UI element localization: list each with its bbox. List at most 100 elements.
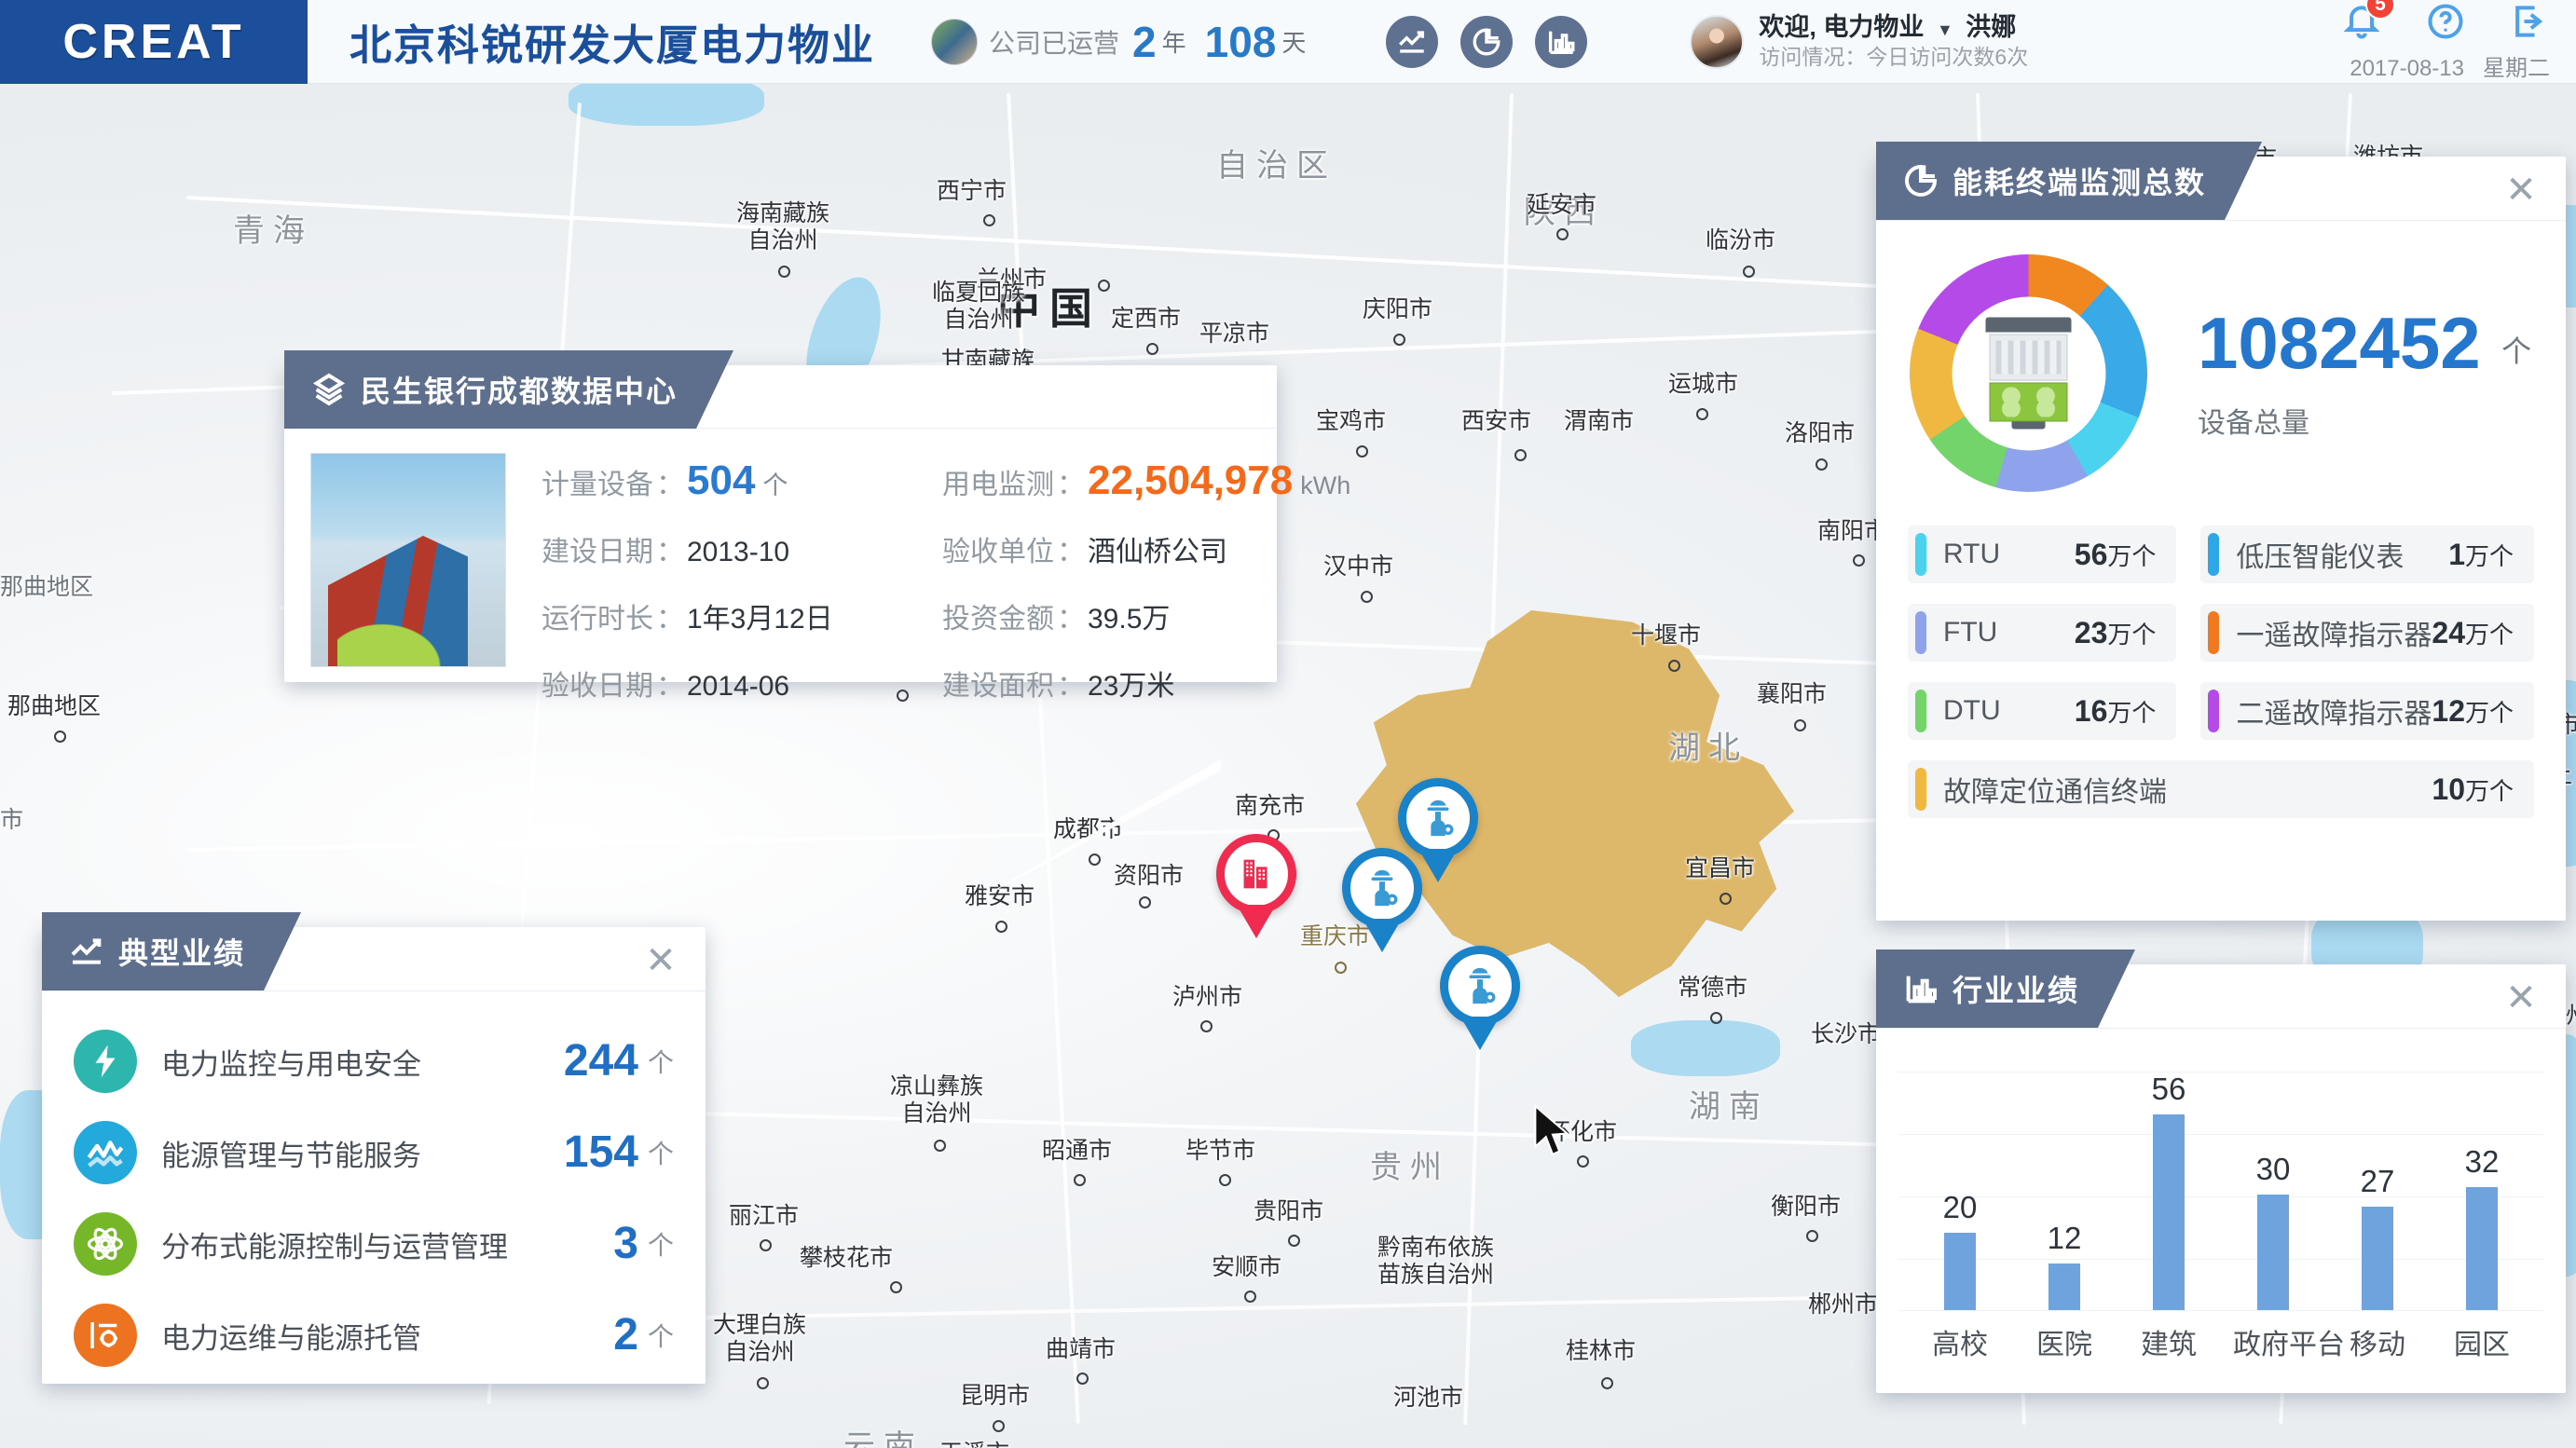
city-dot [1601, 1377, 1613, 1389]
detail-item: 用电监测： 22,504,978 kWh [942, 460, 1350, 502]
map-label-city: 衡阳市 [1771, 1194, 1842, 1220]
card-header: 能耗终端监测总数 ✕ [1876, 157, 2566, 220]
pie-chart-icon[interactable] [1460, 15, 1514, 68]
bar[interactable] [2153, 1114, 2185, 1310]
donut-text: 1082452 个 设备总量 [2198, 307, 2531, 441]
legend-item[interactable]: 二遥故障指示器 12万个 [2200, 682, 2534, 740]
list-item[interactable]: 电力监控与用电安全 244 个 [74, 1016, 674, 1107]
map-label-province: 青海 [233, 213, 313, 249]
map-label-city: 庆阳市 [1363, 296, 1433, 322]
city-dot [1356, 445, 1368, 458]
card-header: 民生银行成都数据中心 [284, 365, 1277, 429]
legend-item[interactable]: RTU 56万个 [1908, 526, 2177, 583]
operating-label: 公司已运营 [989, 28, 1120, 58]
map-label-city: 平凉市 [1199, 321, 1270, 347]
map-marker-worker[interactable] [1342, 848, 1422, 952]
legend-item[interactable]: 一遥故障指示器 24万个 [2200, 604, 2534, 662]
bar[interactable] [2362, 1207, 2393, 1310]
legend-number: 24 [2432, 615, 2465, 649]
map-label-city: 宜昌市 [1685, 855, 1756, 881]
city-dot [54, 731, 66, 743]
bar[interactable] [2466, 1187, 2498, 1310]
bar-group[interactable]: 32 [2442, 1072, 2522, 1310]
city-dot [1794, 719, 1806, 731]
notification-bell-icon[interactable]: 5 [2341, 0, 2395, 42]
map-marker-worker[interactable] [1440, 946, 1520, 1050]
list-item[interactable]: 电力运维与能源托管 2 个 [74, 1290, 674, 1381]
city-dot [934, 1140, 946, 1152]
map-label-city: 河池市 [1393, 1385, 1464, 1411]
close-icon[interactable]: ✕ [640, 940, 681, 981]
bar-group[interactable]: 20 [1920, 1072, 2000, 1310]
meter-display [1989, 334, 2068, 381]
city-dot [1720, 893, 1732, 905]
card-header-tab: 能耗终端监测总数 [1876, 142, 2262, 220]
list-item[interactable]: 能源管理与节能服务 154 个 [74, 1107, 674, 1198]
bar-group[interactable]: 30 [2233, 1072, 2313, 1310]
operating-years: 2 [1132, 17, 1157, 66]
x-axis-labels: 高校 医院 建筑 政府平台 移动 园区 [1908, 1321, 2534, 1362]
city-dot [1089, 854, 1101, 866]
card-header-tab: 典型业绩 [42, 912, 301, 990]
city-dot [1219, 1174, 1231, 1186]
legend-unit: 万个 [2107, 698, 2157, 727]
legend-label: 故障定位通信终端 [1943, 777, 2167, 808]
card-title: 典型业绩 [118, 936, 246, 970]
x-tick-label: 建筑 [2141, 1330, 2197, 1360]
legend-item[interactable]: 故障定位通信终端 10万个 [1908, 760, 2534, 818]
list-item[interactable]: 分布式能源控制与运营管理 3 个 [74, 1198, 674, 1290]
close-icon[interactable]: ✕ [2501, 170, 2542, 211]
detail-unit: 个 [762, 471, 788, 499]
legend-label: FTU [1943, 617, 1998, 648]
detail-value: 504 [687, 458, 756, 503]
bar[interactable] [1944, 1233, 1976, 1310]
legend-unit: 万个 [2107, 620, 2157, 649]
bar[interactable] [2257, 1195, 2289, 1310]
performance-label: 能源管理与节能服务 [161, 1139, 421, 1172]
user-welcome: 欢迎, 电力物业 [1759, 13, 1925, 42]
current-date: 2017-08-13 [2350, 56, 2464, 81]
bar-group[interactable]: 56 [2129, 1072, 2209, 1310]
page-title: 北京科锐研发大厦电力物业 [349, 21, 876, 69]
legend-item[interactable]: 低压智能仪表 1万个 [2200, 526, 2534, 583]
question-circle-icon[interactable] [2425, 1, 2466, 42]
legend-number: 10 [2432, 772, 2465, 806]
brand-logo[interactable]: CREAT [0, 0, 308, 84]
bar[interactable] [2048, 1264, 2080, 1310]
operating-years-unit: 年 [1161, 29, 1186, 57]
legend-number: 23 [2074, 615, 2108, 649]
device-total-value: 1082452 [2198, 301, 2481, 384]
company-thumbnail [931, 18, 979, 65]
map-label-city: 黔南布依族 苗族自治州 [1377, 1235, 1495, 1288]
performance-list: 电力监控与用电安全 244 个 能源管理与节能服务 154 个 分布式能源控制与… [42, 991, 706, 1381]
operating-days: 108 [1204, 17, 1277, 66]
map-marker-building[interactable] [1216, 834, 1296, 938]
map-label-city: 西宁市 [937, 178, 1007, 204]
legend-item[interactable]: FTU 23万个 [1908, 604, 2177, 662]
detail-separator: ： [656, 671, 684, 702]
gear-monitor-icon [74, 1304, 137, 1367]
pin-tail [1363, 919, 1402, 952]
card-header: 行业业绩 ✕ [1876, 964, 2566, 1028]
bar-group[interactable]: 12 [2024, 1072, 2104, 1310]
logout-icon[interactable] [2509, 1, 2550, 42]
meter-device-icon [1985, 317, 2072, 430]
close-icon[interactable]: ✕ [2501, 977, 2542, 1018]
map-label-city: 洛阳市 [1785, 420, 1856, 446]
detail-separator: ： [656, 604, 684, 635]
detail-separator: ： [1057, 470, 1085, 500]
map-label-city: 资阳市 [1114, 863, 1185, 889]
legend-number: 12 [2432, 693, 2465, 728]
map-label-city: 曲靖市 [1046, 1336, 1117, 1362]
chevron-down-icon[interactable]: ▼ [1937, 20, 1953, 39]
atom-icon [74, 1212, 137, 1276]
trend-up-icon[interactable] [1386, 15, 1439, 68]
bar-group[interactable]: 27 [2337, 1072, 2418, 1310]
user-area[interactable]: 欢迎, 电力物业 ▼ 洪娜 访问情况：今日访问次数6次 [1690, 12, 2028, 71]
worker-icon [1342, 848, 1422, 928]
bar-chart-icon[interactable] [1535, 15, 1588, 68]
legend-item[interactable]: DTU 16万个 [1908, 682, 2177, 740]
legend-unit: 万个 [2464, 541, 2514, 570]
map-label-city: 海南藏族 自治州 [736, 200, 830, 253]
legend-unit: 万个 [2464, 620, 2514, 649]
